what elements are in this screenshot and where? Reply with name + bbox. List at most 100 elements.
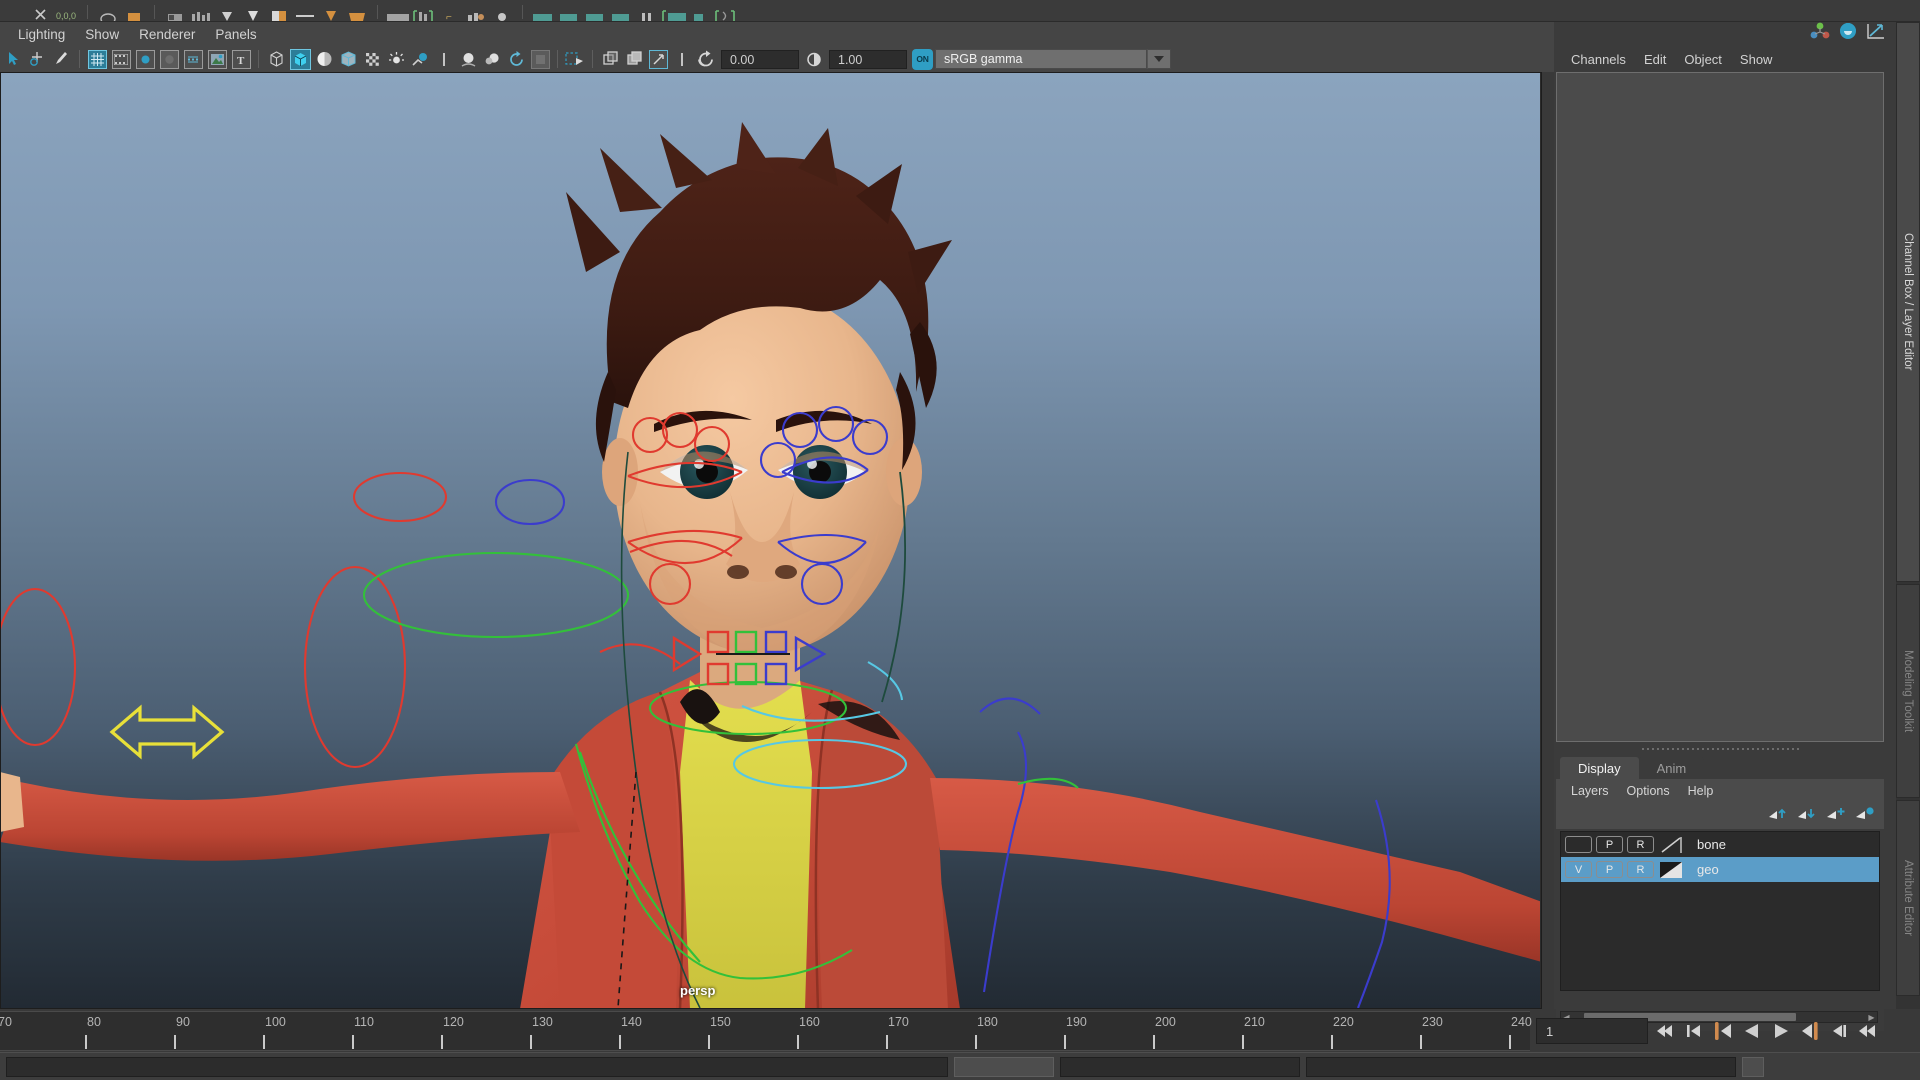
film-gate-icon[interactable] [110, 48, 132, 70]
ipr-icon[interactable]: ⌐ [437, 1, 463, 21]
motion-blur-icon[interactable] [457, 48, 479, 70]
gamma-icon[interactable] [803, 48, 825, 70]
xyz-coords-icon[interactable]: 0,0,0 [54, 1, 80, 21]
textured-icon[interactable] [361, 48, 383, 70]
layer-reference-toggle[interactable]: R [1627, 861, 1654, 878]
arrow-down-solid-icon[interactable] [240, 1, 266, 21]
command-input-left[interactable] [6, 1056, 948, 1077]
render-region-icon[interactable] [411, 1, 437, 21]
wireframe-icon[interactable] [265, 48, 287, 70]
close-icon[interactable] [28, 1, 54, 21]
vtab-attribute-editor[interactable]: Attribute Editor [1896, 800, 1920, 996]
layer-list[interactable]: P R bone V P R geo [1560, 831, 1880, 991]
gate-mask-icon[interactable] [158, 48, 180, 70]
image-plane-icon[interactable] [206, 48, 228, 70]
menu-edit[interactable]: Edit [1635, 50, 1675, 69]
lighting-icon[interactable] [385, 48, 407, 70]
render-a-icon[interactable] [530, 1, 556, 21]
layer-playback-toggle[interactable]: P [1596, 836, 1623, 853]
smooth-shade-all-icon[interactable] [289, 48, 311, 70]
menu-options[interactable]: Options [1618, 783, 1679, 799]
resolution-gate-icon[interactable] [134, 48, 156, 70]
layer-reference-toggle[interactable]: R [1627, 836, 1654, 853]
play-backwards-button[interactable] [1739, 1018, 1764, 1044]
xray-joints-icon[interactable] [599, 48, 621, 70]
film-origin-icon[interactable] [182, 48, 204, 70]
paint-select-icon[interactable] [51, 48, 73, 70]
menu-show[interactable]: Show [75, 25, 129, 44]
snap-grid-icon[interactable] [162, 1, 188, 21]
time-slider[interactable]: 70 80 90 100 110 120 130 140 150 160 170… [0, 1011, 1532, 1051]
paint-bucket-icon[interactable] [266, 1, 292, 21]
snap-points-icon[interactable] [188, 1, 214, 21]
render-settings-icon[interactable] [463, 1, 489, 21]
xray-active-components-icon[interactable] [623, 48, 645, 70]
menu-lighting[interactable]: Lighting [8, 25, 75, 44]
render-d-icon[interactable] [608, 1, 634, 21]
smooth-shade-flat-icon[interactable] [313, 48, 335, 70]
render-c-icon[interactable] [582, 1, 608, 21]
go-to-end-button[interactable] [1855, 1018, 1880, 1044]
step-forward-frame-button[interactable] [1797, 1018, 1822, 1044]
current-frame-field[interactable]: 1 [1536, 1018, 1648, 1044]
color-management-toggle[interactable]: ON [912, 48, 933, 70]
new-layer-from-selected-icon[interactable] [1855, 806, 1874, 826]
channel-box-body[interactable] [1556, 72, 1884, 742]
command-input-mid[interactable] [1060, 1056, 1300, 1077]
table-row[interactable]: P R bone [1561, 832, 1879, 857]
command-feedback-field[interactable] [1306, 1056, 1736, 1077]
teal-panel-icon[interactable] [686, 1, 712, 21]
render-view-icon[interactable] [385, 1, 411, 21]
grid-display-icon[interactable] [86, 48, 108, 70]
menu-help[interactable]: Help [1679, 783, 1723, 799]
slider-icon[interactable] [671, 48, 693, 70]
isolate-select-icon[interactable] [529, 48, 551, 70]
layer-name[interactable]: geo [1697, 862, 1719, 877]
hypershade-icon[interactable] [489, 1, 515, 21]
text-hud-icon[interactable]: T [230, 48, 252, 70]
arrow-down-orange-icon[interactable] [318, 1, 344, 21]
vtab-channel-box-layer-editor[interactable]: Channel Box / Layer Editor [1896, 22, 1920, 582]
script-editor-button[interactable] [1742, 1056, 1764, 1077]
menu-object[interactable]: Object [1675, 50, 1731, 69]
graph-editor-icon[interactable] [1866, 22, 1886, 45]
orange-box-icon[interactable] [121, 1, 147, 21]
tab-anim[interactable]: Anim [1638, 757, 1705, 779]
render-b-icon[interactable] [556, 1, 582, 21]
green-bracket2-icon[interactable] [712, 1, 738, 21]
menu-panels[interactable]: Panels [205, 25, 266, 44]
move-layer-down-icon[interactable] [1797, 806, 1816, 826]
vertical-bars-icon[interactable] [634, 1, 660, 21]
green-bracket-icon[interactable] [660, 1, 686, 21]
panel-resize-grip[interactable] [1556, 745, 1884, 753]
table-row[interactable]: V P R geo [1561, 857, 1879, 882]
channel-box-toggle-icon[interactable] [1838, 22, 1858, 45]
gamma-field[interactable]: 1.00 [829, 49, 907, 69]
show-manipulator-icon[interactable] [1810, 22, 1830, 45]
step-forward-keyframe-button[interactable] [1826, 1018, 1851, 1044]
step-back-keyframe-button[interactable] [1681, 1018, 1706, 1044]
chevron-down-icon[interactable] [1147, 49, 1171, 69]
layer-visibility-toggle[interactable]: V [1565, 861, 1592, 878]
render-toolbar[interactable]: 0,0,0 ⌐ [0, 0, 1920, 22]
line-icon[interactable] [292, 1, 318, 21]
layer-visibility-toggle[interactable] [1565, 836, 1592, 853]
3d-viewport[interactable]: persp [0, 72, 1542, 1009]
new-layer-icon[interactable] [1826, 806, 1845, 826]
menu-renderer[interactable]: Renderer [129, 25, 205, 44]
screen-space-ao-icon[interactable] [433, 48, 455, 70]
move-layer-up-icon[interactable] [1768, 806, 1787, 826]
select-tool-icon[interactable] [3, 48, 25, 70]
layer-color-swatch[interactable] [1658, 861, 1686, 879]
multisample-icon[interactable] [481, 48, 503, 70]
menu-channels[interactable]: Channels [1562, 50, 1635, 69]
exposure-icon[interactable] [695, 48, 717, 70]
circle-outline-icon[interactable] [95, 1, 121, 21]
step-back-frame-button[interactable] [1710, 1018, 1735, 1044]
tab-display[interactable]: Display [1560, 757, 1639, 779]
orange-block-icon[interactable] [344, 1, 370, 21]
viewport-refresh-icon[interactable] [505, 48, 527, 70]
menu-show-cb[interactable]: Show [1731, 50, 1782, 69]
wireframe-on-shaded-icon[interactable] [337, 48, 359, 70]
go-to-start-button[interactable] [1652, 1018, 1677, 1044]
